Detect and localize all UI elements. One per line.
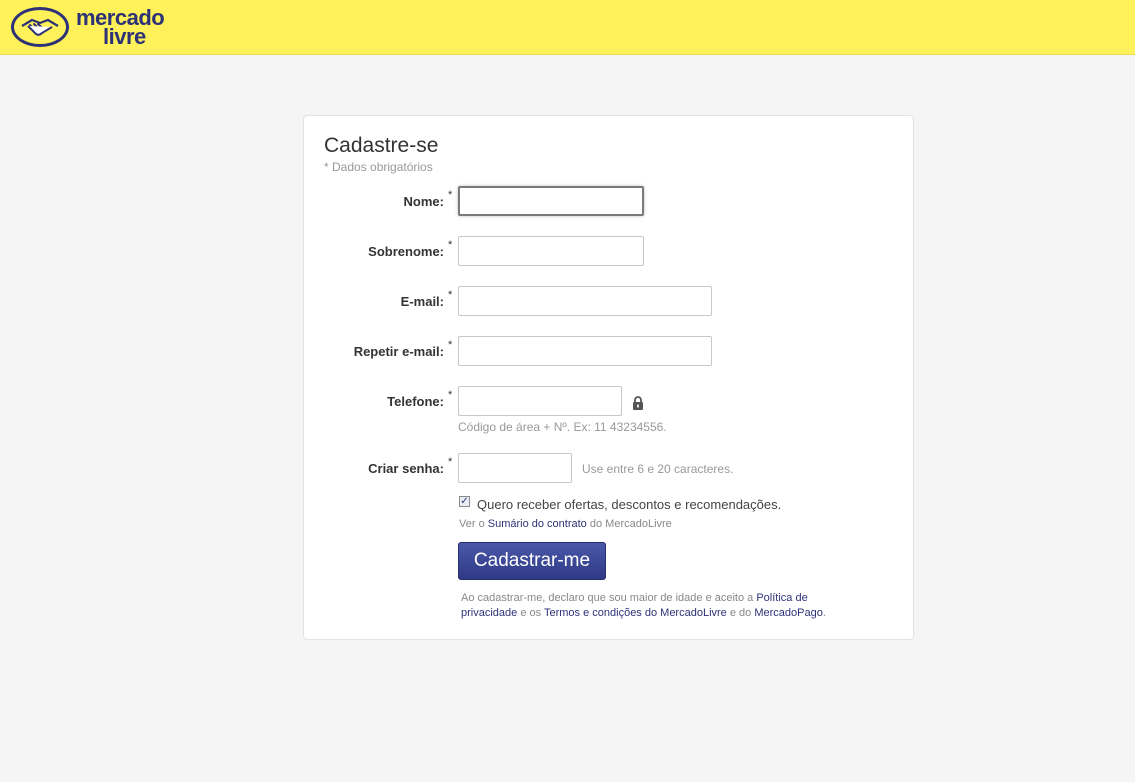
- terms-link[interactable]: Termos e condições do MercadoLivre: [544, 607, 727, 619]
- senha-hint: Use entre 6 e 20 caracteres.: [582, 462, 734, 476]
- nome-label: Nome:: [403, 194, 444, 209]
- mercadolivre-logo[interactable]: mercado livre: [10, 6, 165, 48]
- logo-wordmark: mercado livre: [76, 7, 165, 48]
- offers-checkbox-label[interactable]: Quero receber ofertas, descontos e recom…: [477, 497, 781, 512]
- signup-card: Cadastre-se * Dados obrigatórios Nome: *…: [303, 115, 914, 640]
- lock-icon[interactable]: [632, 396, 644, 410]
- legal-text-part: .: [822, 607, 826, 619]
- nome-input[interactable]: [458, 186, 644, 216]
- email-label: E-mail:: [400, 294, 444, 309]
- required-star: *: [448, 389, 453, 401]
- contract-prefix: Ver o: [459, 518, 488, 530]
- telefone-label: Telefone:: [387, 394, 444, 409]
- contract-suffix: do MercadoLivre: [586, 518, 672, 530]
- legal-text: Ao cadastrar-me, declaro que sou maior d…: [461, 591, 841, 621]
- legal-text-part: e os: [517, 607, 544, 619]
- cadastrar-button[interactable]: Cadastrar-me: [458, 542, 606, 580]
- repeat-email-input[interactable]: [458, 336, 712, 366]
- contract-summary-link[interactable]: Sumário do contrato: [488, 518, 587, 530]
- sobrenome-input[interactable]: [458, 236, 644, 266]
- required-star: *: [448, 239, 453, 251]
- mercadopago-link[interactable]: MercadoPago: [754, 607, 823, 619]
- required-star: *: [448, 189, 453, 201]
- sobrenome-label: Sobrenome:: [368, 244, 444, 259]
- required-star: *: [448, 339, 453, 351]
- required-star: *: [448, 456, 453, 468]
- top-header: mercado livre: [0, 0, 1135, 55]
- required-star: *: [448, 289, 453, 301]
- telefone-input[interactable]: [458, 386, 622, 416]
- handshake-logo-icon: [11, 7, 69, 47]
- senha-input[interactable]: [458, 453, 572, 483]
- email-input[interactable]: [458, 286, 712, 316]
- legal-text-part: Ao cadastrar-me, declaro que sou maior d…: [461, 592, 757, 604]
- offers-checkbox[interactable]: ✓: [459, 496, 470, 507]
- contract-line: Ver o Sumário do contrato do MercadoLivr…: [459, 518, 672, 530]
- form-title: Cadastre-se: [324, 134, 439, 157]
- senha-label: Criar senha:: [368, 461, 444, 476]
- legal-text-part: e do: [726, 607, 755, 619]
- telefone-hint: Código de área + Nº. Ex: 11 43234556.: [458, 420, 667, 434]
- required-note: * Dados obrigatórios: [324, 160, 433, 174]
- repeat-email-label: Repetir e-mail:: [353, 344, 444, 359]
